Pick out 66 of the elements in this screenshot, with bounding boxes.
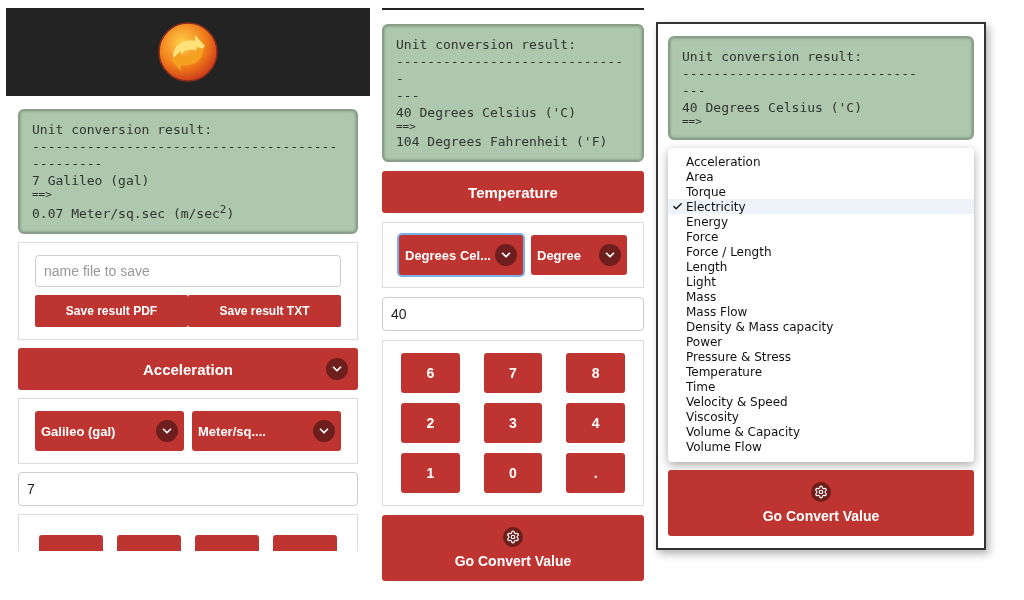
result-text: Unit conversion result: [396, 36, 577, 53]
convert-button[interactable]: Go Convert Value [382, 515, 644, 581]
result-text: 104 Degrees Fahrenheit ('F) [396, 133, 609, 150]
menu-item[interactable]: Electricity [668, 199, 974, 214]
category-dropdown[interactable]: Acceleration [18, 348, 358, 391]
save-button[interactable]: Save result TXT [188, 295, 341, 328]
menu-item[interactable]: Volume & Capacity [668, 424, 974, 439]
keypad-button[interactable]: 3 [483, 403, 543, 443]
save-button[interactable]: Save result PDF [35, 295, 188, 328]
menu-item[interactable]: Area [668, 169, 974, 184]
menu-item[interactable]: Mass Flow [668, 304, 974, 319]
menu-item[interactable]: Power [668, 334, 974, 349]
result-text: 40 Degrees Celsius ('C) [682, 99, 863, 116]
keypad-button[interactable] [117, 535, 181, 552]
result-text: 0.07 Meter/sq.sec (m/sec$^{2}$) [32, 202, 236, 223]
result-text: --- [682, 82, 707, 99]
value-field[interactable]: 40 [382, 297, 644, 331]
keypad-button[interactable] [273, 535, 337, 552]
result-text: Unit conversion result: [682, 48, 863, 65]
file-name-field[interactable]: name file to save [35, 255, 341, 288]
check-icon [672, 201, 683, 212]
unit-dropdown[interactable]: Degrees Cel... [399, 235, 523, 275]
keypad-button[interactable]: 6 [401, 353, 460, 393]
menu-item[interactable]: Acceleration [668, 154, 974, 169]
result-text: 7 Galileo (gal) [32, 172, 151, 189]
keypad-button[interactable]: 1 [401, 453, 460, 493]
keypad-button[interactable]: 0 [483, 453, 543, 493]
menu-item[interactable]: Energy [668, 214, 974, 229]
gear-icon [506, 530, 520, 544]
result-text: ==> [32, 189, 53, 201]
unit-dropdown[interactable]: Meter/sq.... [192, 411, 341, 452]
category-dropdown[interactable]: Temperature [382, 171, 644, 213]
menu-item[interactable]: Torque [668, 184, 974, 199]
menu-item[interactable]: Force [668, 229, 974, 244]
keypad-button[interactable]: . [566, 453, 625, 493]
result-text: ==> [396, 121, 417, 133]
keypad-button[interactable]: 4 [566, 403, 625, 443]
menu-item[interactable]: Velocity & Speed [668, 394, 974, 409]
unit-dropdown[interactable]: Galileo (gal) [35, 411, 184, 452]
keypad-button[interactable]: 7 [483, 353, 543, 393]
keypad-button[interactable] [195, 535, 259, 552]
keypad-button[interactable]: 2 [401, 403, 460, 443]
keypad-button[interactable] [39, 535, 103, 552]
menu-item[interactable]: Light [668, 274, 974, 289]
keypad-button[interactable]: 8 [566, 353, 625, 393]
menu-item[interactable]: Pressure & Stress [668, 349, 974, 364]
menu-item[interactable]: Force / Length [668, 244, 974, 259]
menu-item[interactable]: Volume Flow [668, 439, 974, 454]
result-text: 40 Degrees Celsius ('C) [396, 104, 577, 121]
result-text: Unit conversion result: [32, 121, 213, 138]
menu-item[interactable]: Mass [668, 289, 974, 304]
result-text: ==> [682, 116, 703, 128]
result-text: ------------------------------------------------ [32, 138, 339, 172]
menu-item[interactable]: Time [668, 379, 974, 394]
menu-item[interactable]: Viscosity [668, 409, 974, 424]
menu-item[interactable]: Density & Mass capacity [668, 319, 974, 334]
result-text: ------------------------------ [682, 65, 918, 82]
gear-icon [814, 485, 828, 499]
convert-button[interactable]: Go Convert Value [668, 470, 974, 536]
app-logo-icon [157, 21, 219, 83]
menu-item[interactable]: Length [668, 259, 974, 274]
value-field[interactable]: 7 [18, 472, 358, 507]
result-text: ------------------------------ [396, 53, 624, 87]
unit-dropdown[interactable]: Degree [531, 235, 627, 275]
result-text: --- [396, 87, 421, 104]
menu-item[interactable]: Temperature [668, 364, 974, 379]
